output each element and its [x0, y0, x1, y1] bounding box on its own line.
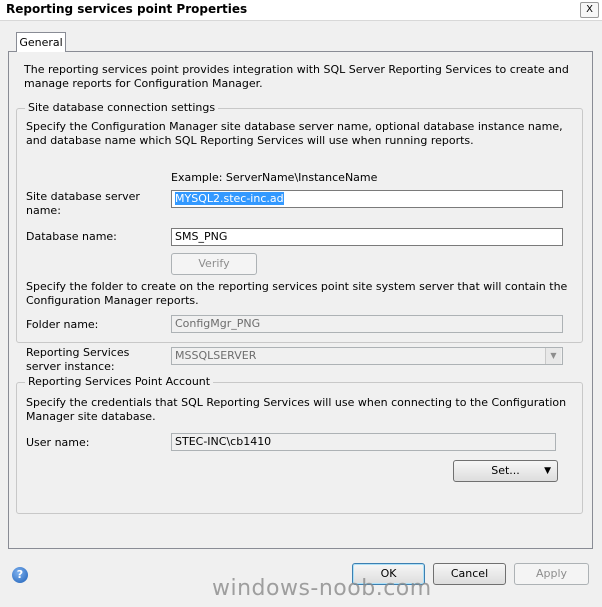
help-icon[interactable]: ?: [12, 567, 28, 583]
close-icon[interactable]: X: [580, 2, 599, 18]
set-button[interactable]: Set... ▼: [453, 460, 558, 482]
account-description: Specify the credentials that SQL Reporti…: [26, 396, 567, 423]
intro-text: The reporting services point provides in…: [24, 63, 569, 90]
folder-name-label: Folder name:: [26, 318, 99, 331]
database-name-input[interactable]: SMS_PNG: [171, 228, 563, 246]
title-bar: Reporting services point Properties X: [0, 0, 602, 21]
set-button-label: Set...: [491, 464, 520, 477]
server-name-value: MYSQL2.stec-inc.ad: [175, 192, 284, 205]
window-title: Reporting services point Properties: [6, 2, 248, 16]
chevron-down-icon: ▼: [544, 466, 551, 476]
example-text: Example: ServerName\InstanceName: [171, 171, 378, 184]
apply-button[interactable]: Apply: [514, 563, 589, 585]
server-name-label: Site database server name:: [26, 190, 140, 217]
account-group-legend: Reporting Services Point Account: [25, 375, 214, 388]
user-name-input[interactable]: STEC-INC\cb1410: [171, 433, 556, 451]
server-name-input[interactable]: MYSQL2.stec-inc.ad: [171, 190, 563, 208]
server-instance-label: Reporting Services server instance:: [26, 346, 130, 373]
folder-name-input[interactable]: ConfigMgr_PNG: [171, 315, 563, 333]
server-instance-dropdown[interactable]: MSSQLSERVER ▼: [171, 347, 563, 365]
database-name-label: Database name:: [26, 230, 117, 243]
folder-description: Specify the folder to create on the repo…: [26, 280, 568, 307]
tab-general[interactable]: General: [16, 32, 66, 52]
chevron-down-icon[interactable]: ▼: [545, 348, 561, 364]
site-db-group-legend: Site database connection settings: [25, 101, 219, 114]
watermark: windows-noob.com: [212, 576, 432, 601]
site-db-description: Specify the Configuration Manager site d…: [26, 120, 563, 147]
server-instance-value: MSSQLSERVER: [175, 349, 257, 362]
verify-button[interactable]: Verify: [171, 253, 257, 275]
cancel-button[interactable]: Cancel: [433, 563, 506, 585]
user-name-label: User name:: [26, 436, 90, 449]
